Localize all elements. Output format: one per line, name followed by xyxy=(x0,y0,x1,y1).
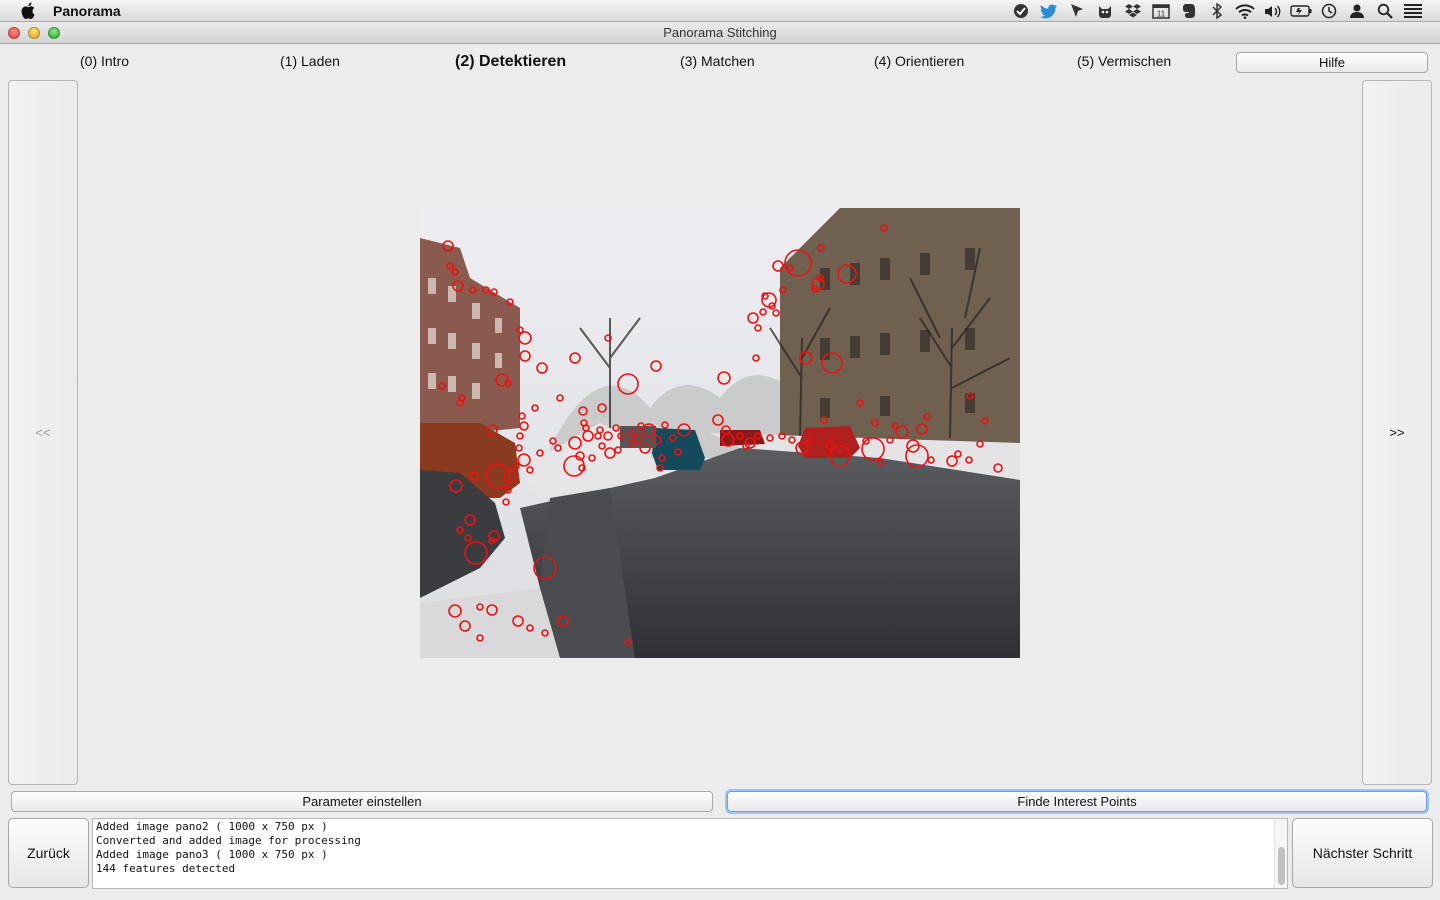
back-button[interactable]: Zurück xyxy=(8,818,89,888)
next-image-button[interactable]: >> xyxy=(1362,80,1432,785)
menu-bar: Panorama 11 xyxy=(0,0,1440,22)
wifi-icon[interactable] xyxy=(1234,2,1256,20)
twitter-icon[interactable] xyxy=(1038,2,1060,20)
log-line: Converted and added image for processing xyxy=(96,834,361,847)
log-line: 144 features detected xyxy=(96,862,236,875)
tab-orientieren[interactable]: (4) Orientieren xyxy=(874,53,964,69)
tab-detektieren[interactable]: (2) Detektieren xyxy=(455,53,566,71)
user-icon[interactable] xyxy=(1346,2,1368,20)
bluetooth-icon[interactable] xyxy=(1206,2,1228,20)
log-line: Added image pano3 ( 1000 x 750 px ) xyxy=(96,848,328,861)
help-button[interactable]: Hilfe xyxy=(1236,52,1428,73)
evernote-icon[interactable] xyxy=(1178,2,1200,20)
cursor-icon[interactable] xyxy=(1066,2,1088,20)
previous-image-button[interactable]: << xyxy=(8,80,78,785)
battery-icon[interactable] xyxy=(1290,2,1312,20)
svg-text:11: 11 xyxy=(1157,10,1166,19)
apple-icon[interactable] xyxy=(19,2,37,20)
volume-icon[interactable] xyxy=(1262,2,1284,20)
tab-laden[interactable]: (1) Laden xyxy=(280,53,340,69)
feature-detection-image xyxy=(420,208,1020,658)
log-scrollbar-thumb[interactable] xyxy=(1278,847,1285,885)
log-line: Added image pano2 ( 1000 x 750 px ) xyxy=(96,820,328,833)
window-title: Panorama Stitching xyxy=(663,25,777,40)
tab-intro[interactable]: (0) Intro xyxy=(80,53,129,69)
zoom-button[interactable] xyxy=(48,27,60,39)
find-interest-points-button[interactable]: Finde Interest Points xyxy=(727,791,1427,812)
log-scrollbar[interactable] xyxy=(1274,819,1287,888)
log-output[interactable]: Added image pano2 ( 1000 x 750 px ) Conv… xyxy=(92,818,1288,889)
dropbox-icon[interactable] xyxy=(1122,2,1144,20)
minimize-button[interactable] xyxy=(28,27,40,39)
list-icon[interactable] xyxy=(1402,2,1424,20)
calendar-icon[interactable]: 11 xyxy=(1150,2,1172,20)
search-icon[interactable] xyxy=(1374,2,1396,20)
vpn-icon[interactable] xyxy=(1010,2,1032,20)
parameter-button[interactable]: Parameter einstellen xyxy=(11,791,713,812)
tab-vermischen[interactable]: (5) Vermischen xyxy=(1077,53,1171,69)
status-icons: 11 xyxy=(1010,0,1424,22)
window-titlebar: Panorama Stitching xyxy=(0,22,1440,44)
tab-matchen[interactable]: (3) Matchen xyxy=(680,53,755,69)
next-step-button[interactable]: Nächster Schritt xyxy=(1292,818,1433,888)
close-button[interactable] xyxy=(8,27,20,39)
app-name[interactable]: Panorama xyxy=(53,3,121,19)
clock-icon[interactable] xyxy=(1318,2,1340,20)
window-controls xyxy=(8,27,60,39)
cat-icon[interactable] xyxy=(1094,2,1116,20)
